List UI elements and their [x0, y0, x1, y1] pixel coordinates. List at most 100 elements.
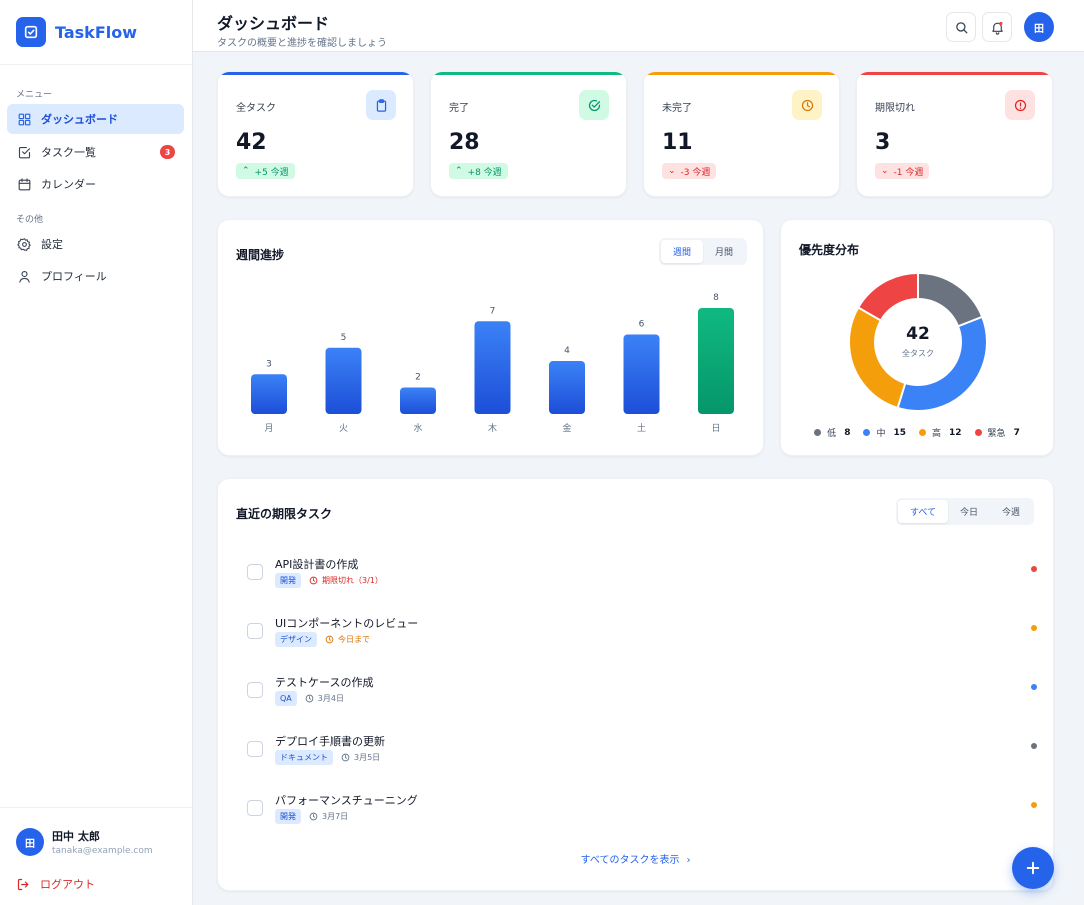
task-due: 3月5日 [341, 752, 380, 763]
filter-all[interactable]: すべて [898, 500, 949, 523]
priority-legend: 低8 中 15 高 12 緊急 7 [781, 426, 1053, 439]
task-tag: ドキュメント [275, 750, 333, 765]
sidebar-item-tasks[interactable]: タスク一覧 3 [7, 137, 184, 167]
priority-dot [1031, 566, 1037, 572]
task-tag: デザイン [275, 632, 317, 647]
task-row[interactable]: テストケースの作成 QA 3月4日 [247, 674, 1037, 714]
task-filter-toggle: すべて 今日 今週 [896, 498, 1035, 525]
donut-center-label: 全タスク [902, 349, 934, 358]
legend-dot [863, 429, 871, 436]
bar-value-label: 5 [341, 333, 347, 343]
task-row[interactable]: パフォーマンスチューニング 開発 3月7日 [247, 792, 1037, 832]
brand[interactable]: TaskFlow [0, 0, 192, 65]
checkbox-icon [18, 146, 31, 158]
bar [251, 374, 287, 414]
filter-today[interactable]: 今日 [948, 500, 990, 523]
task-checkbox[interactable] [247, 800, 263, 816]
view-all-tasks-link[interactable]: すべてのタスクを表示 › [218, 851, 1053, 866]
chevron-up-icon: ⌃ [242, 166, 250, 176]
stat-card-pending: 未完了 11 ⌄ -3 今週 [643, 71, 840, 197]
bar-value-label: 3 [266, 359, 272, 369]
task-title: UIコンポーネントのレビュー [275, 617, 419, 630]
chevron-right-icon: › [686, 855, 691, 866]
task-tag: QA [275, 691, 297, 706]
tasks-count-badge: 3 [160, 145, 175, 159]
bell-icon [991, 21, 1003, 35]
search-button[interactable] [946, 12, 976, 42]
grid-icon [18, 113, 31, 125]
filter-this-week[interactable]: 今週 [990, 500, 1032, 523]
legend-item: 高 12 [919, 426, 962, 439]
task-checkbox[interactable] [247, 623, 263, 639]
donut-center-value: 42 [906, 324, 930, 344]
weekly-progress-card: 週間進捗 週間 月間 3月5火2水7木4金6土8日 [217, 219, 764, 456]
task-row[interactable]: デプロイ手順書の更新 ドキュメント 3月5日 [247, 733, 1037, 773]
priority-dot [1031, 743, 1037, 749]
bar [549, 361, 585, 414]
task-tag: 開発 [275, 809, 301, 824]
page-subtitle: タスクの概要と進捗を確認しましょう [217, 38, 387, 49]
sidebar-item-settings[interactable]: 設定 [7, 229, 184, 259]
task-tag: 開発 [275, 573, 301, 588]
logout-button[interactable]: ログアウト [16, 876, 95, 892]
clock-icon [305, 694, 314, 703]
bar-value-label: 7 [490, 306, 496, 316]
search-icon [955, 21, 967, 33]
bar [623, 334, 660, 414]
x-tick-label: 月 [264, 423, 273, 434]
sidebar-item-dashboard[interactable]: ダッシュボード [7, 104, 184, 134]
task-due: 3月4日 [305, 693, 344, 704]
user-email: tanaka@example.com [52, 846, 153, 856]
stat-label: 完了 [449, 103, 469, 114]
weekly-bar-chart: 3 月 5 火 2 水 7 木 4 金 6 土 8 日 [251, 293, 734, 434]
clock-icon [341, 753, 350, 762]
add-task-button[interactable] [1012, 847, 1054, 889]
bar-value-label: 8 [713, 293, 719, 303]
stat-card-done: 完了 28 ⌃ +8 今週 [430, 71, 627, 197]
logout-label: ログアウト [40, 878, 95, 891]
bar-value-label: 2 [415, 373, 421, 383]
bar [474, 321, 511, 414]
logout-icon [17, 878, 29, 890]
legend-dot [814, 429, 822, 436]
task-row[interactable]: UIコンポーネントのレビュー デザイン 今日まで [247, 615, 1037, 655]
sidebar-item-profile[interactable]: プロフィール [7, 261, 184, 291]
stat-accent-bar [218, 72, 413, 75]
app-name: TaskFlow [55, 22, 137, 42]
priority-dot [1031, 684, 1037, 690]
legend-dot [974, 429, 982, 436]
task-checkbox[interactable] [247, 564, 263, 580]
sidebar-item-calendar[interactable]: カレンダー [7, 169, 184, 199]
stat-label: 期限切れ [875, 103, 915, 114]
notifications-button[interactable] [982, 12, 1012, 42]
clock-icon [309, 576, 318, 585]
bar [400, 387, 436, 414]
header-avatar[interactable]: 田 [1024, 12, 1054, 42]
x-tick-label: 日 [711, 423, 720, 434]
chevron-down-icon: ⌄ [881, 166, 889, 176]
clipboard-icon [366, 90, 396, 120]
chevron-down-icon: ⌄ [668, 166, 676, 176]
task-checkbox[interactable] [247, 741, 263, 757]
sidebar-item-label: ダッシュボード [41, 113, 118, 126]
clock-icon [325, 635, 334, 644]
user-card[interactable]: 田 田中 太郎 tanaka@example.com [0, 807, 193, 856]
user-name: 田中 太郎 [52, 830, 100, 843]
check-circle-icon [579, 90, 609, 120]
stat-value: 11 [662, 130, 693, 155]
user-icon [19, 270, 30, 283]
legend-item: 中 15 [863, 426, 906, 439]
task-title: テストケースの作成 [275, 676, 374, 689]
nav-section-other: その他 [16, 215, 44, 225]
stat-label: 全タスク [236, 103, 276, 114]
sidebar-item-label: 設定 [41, 238, 63, 251]
stat-value: 42 [236, 130, 267, 155]
task-row[interactable]: API設計書の作成 開発 期限切れ（3/1） [247, 556, 1037, 596]
stat-accent-bar [644, 72, 839, 75]
task-checkbox[interactable] [247, 682, 263, 698]
top-header: ダッシュボード タスクの概要と進捗を確認しましょう 田 [193, 0, 1084, 52]
x-tick-label: 金 [562, 422, 571, 434]
sidebar-item-label: カレンダー [41, 178, 96, 191]
sidebar-item-label: プロフィール [41, 270, 107, 283]
avatar: 田 [16, 828, 44, 856]
